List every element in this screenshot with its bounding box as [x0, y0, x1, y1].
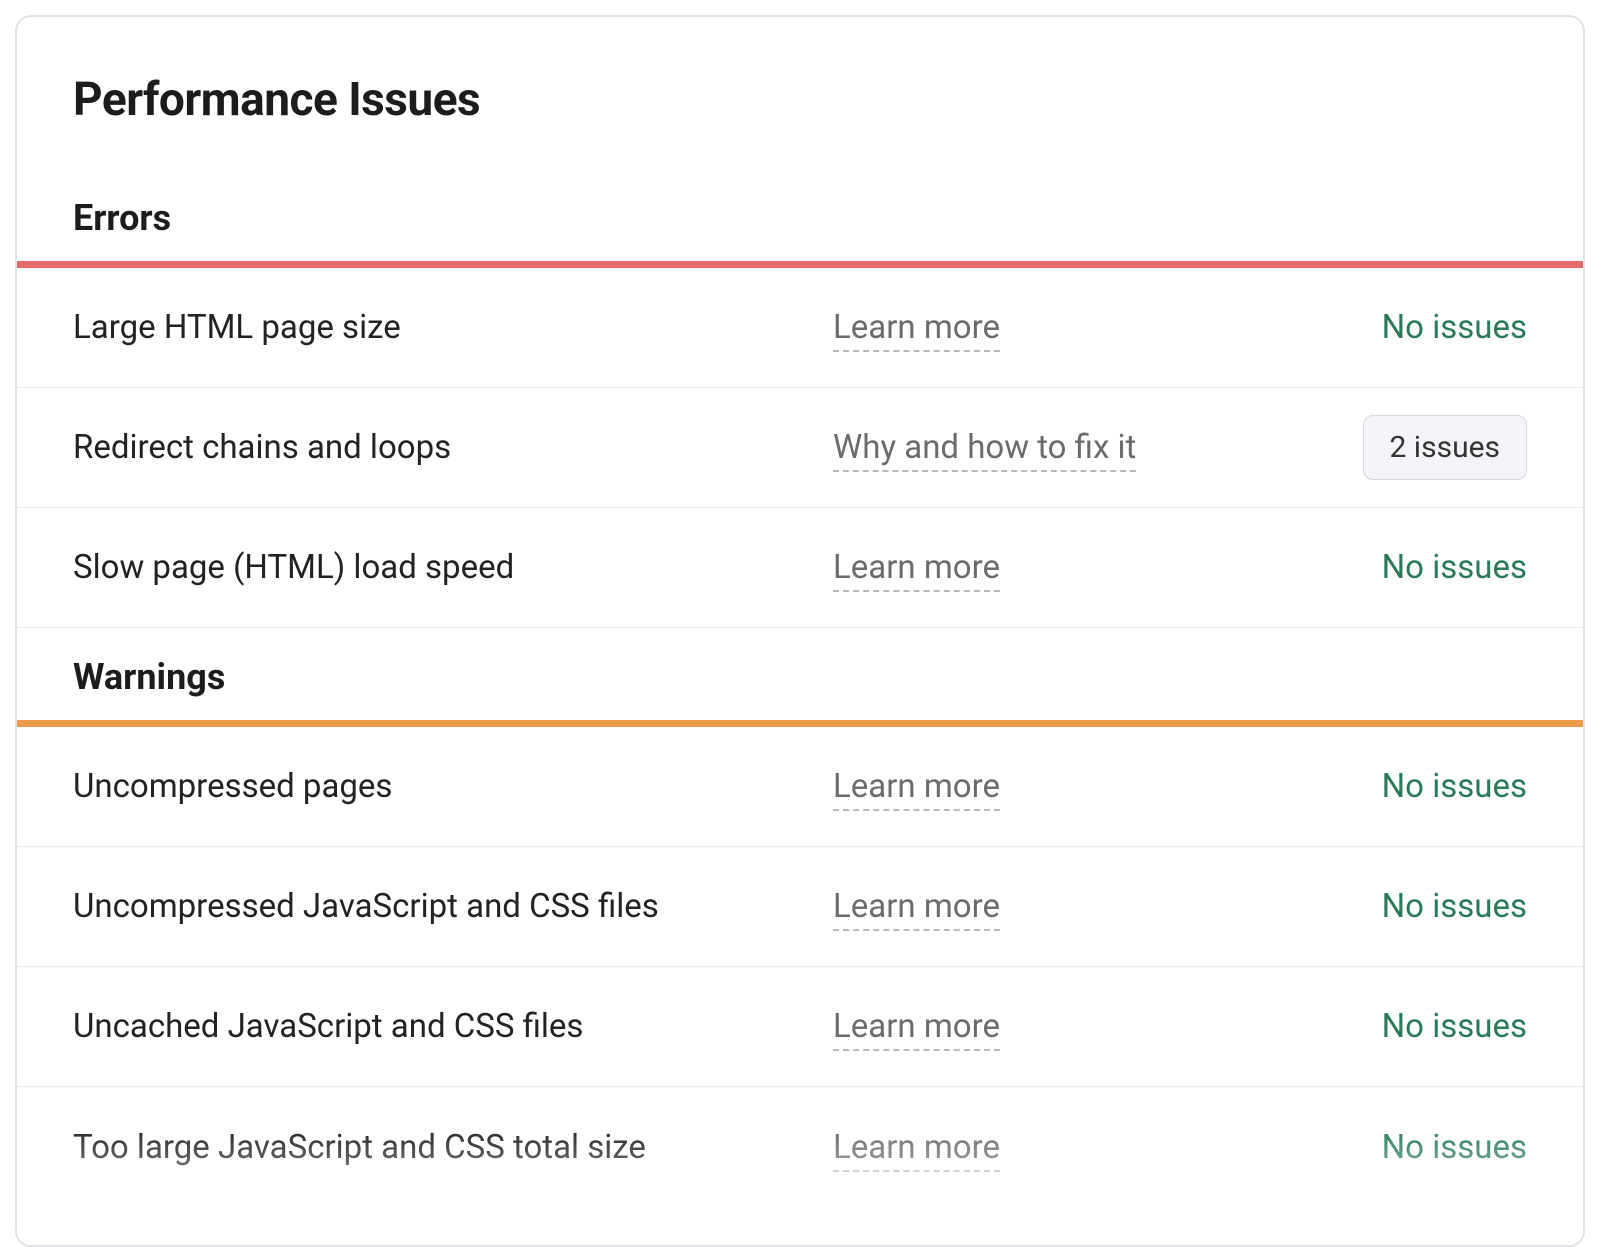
performance-issues-panel: Performance Issues Errors Large HTML pag…	[15, 15, 1585, 1247]
issue-name: Uncached JavaScript and CSS files	[73, 1007, 833, 1046]
learn-more-link[interactable]: Learn more	[833, 767, 1000, 811]
issue-row: Too large JavaScript and CSS total size …	[17, 1087, 1583, 1207]
issue-row: Slow page (HTML) load speed Learn more N…	[17, 508, 1583, 628]
issue-name: Large HTML page size	[73, 308, 833, 347]
warnings-heading: Warnings	[17, 628, 1583, 720]
learn-more-link[interactable]: Learn more	[833, 1128, 1000, 1172]
status-no-issues: No issues	[1382, 1007, 1527, 1046]
learn-more-link[interactable]: Learn more	[833, 548, 1000, 592]
status-no-issues: No issues	[1382, 887, 1527, 926]
why-and-how-link[interactable]: Why and how to fix it	[833, 428, 1136, 472]
learn-more-link[interactable]: Learn more	[833, 308, 1000, 352]
status-no-issues: No issues	[1382, 548, 1527, 587]
issue-name: Uncompressed pages	[73, 767, 833, 806]
status-no-issues: No issues	[1382, 767, 1527, 806]
issues-count-badge[interactable]: 2 issues	[1363, 415, 1528, 480]
issue-row: Uncached JavaScript and CSS files Learn …	[17, 967, 1583, 1087]
issue-name: Slow page (HTML) load speed	[73, 548, 833, 587]
learn-more-link[interactable]: Learn more	[833, 1007, 1000, 1051]
errors-separator	[17, 261, 1583, 268]
issue-name: Uncompressed JavaScript and CSS files	[73, 887, 833, 926]
issue-row: Uncompressed pages Learn more No issues	[17, 727, 1583, 847]
issue-row: Redirect chains and loops Why and how to…	[17, 388, 1583, 508]
issue-row: Uncompressed JavaScript and CSS files Le…	[17, 847, 1583, 967]
warnings-separator	[17, 720, 1583, 727]
page-title: Performance Issues	[17, 73, 1583, 169]
learn-more-link[interactable]: Learn more	[833, 887, 1000, 931]
issue-name: Redirect chains and loops	[73, 428, 833, 467]
issue-name: Too large JavaScript and CSS total size	[73, 1128, 833, 1167]
issue-row: Large HTML page size Learn more No issue…	[17, 268, 1583, 388]
status-no-issues: No issues	[1382, 308, 1527, 347]
errors-heading: Errors	[17, 169, 1583, 261]
status-no-issues: No issues	[1382, 1128, 1527, 1167]
